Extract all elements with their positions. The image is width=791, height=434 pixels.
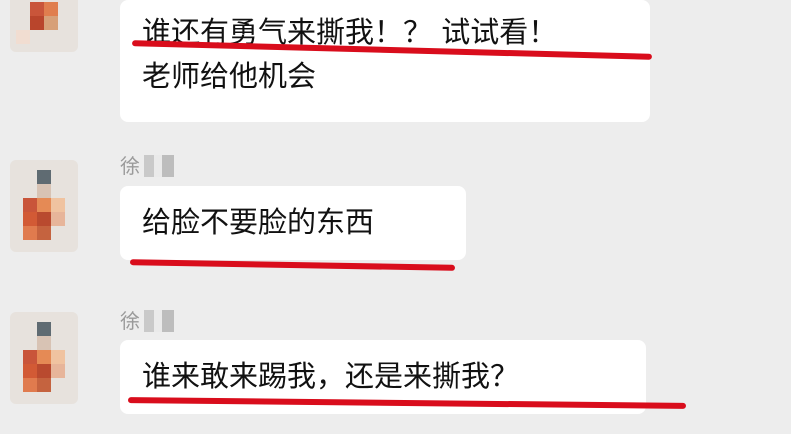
sender-name-text: 徐 <box>120 309 140 333</box>
sender-name: 徐 <box>120 155 174 177</box>
avatar[interactable] <box>10 160 78 252</box>
red-underline <box>129 259 456 271</box>
sender-name-text: 徐 <box>120 154 140 178</box>
redacted-name <box>144 310 174 332</box>
sender-name: 徐 <box>120 310 174 332</box>
message-line: 给脸不要脸的东西 <box>142 205 375 239</box>
redacted-name <box>144 155 174 177</box>
avatar[interactable] <box>10 0 78 52</box>
message-bubble[interactable]: 谁还有勇气来撕我！？ 试试看！ 老师给他机会 <box>120 0 650 122</box>
message-line: 老师给他机会 <box>142 59 317 93</box>
message-line: 谁来敢来踢我，还是来撕我？ <box>142 359 520 393</box>
avatar[interactable] <box>10 312 78 404</box>
message-bubble[interactable]: 给脸不要脸的东西 <box>120 186 466 260</box>
